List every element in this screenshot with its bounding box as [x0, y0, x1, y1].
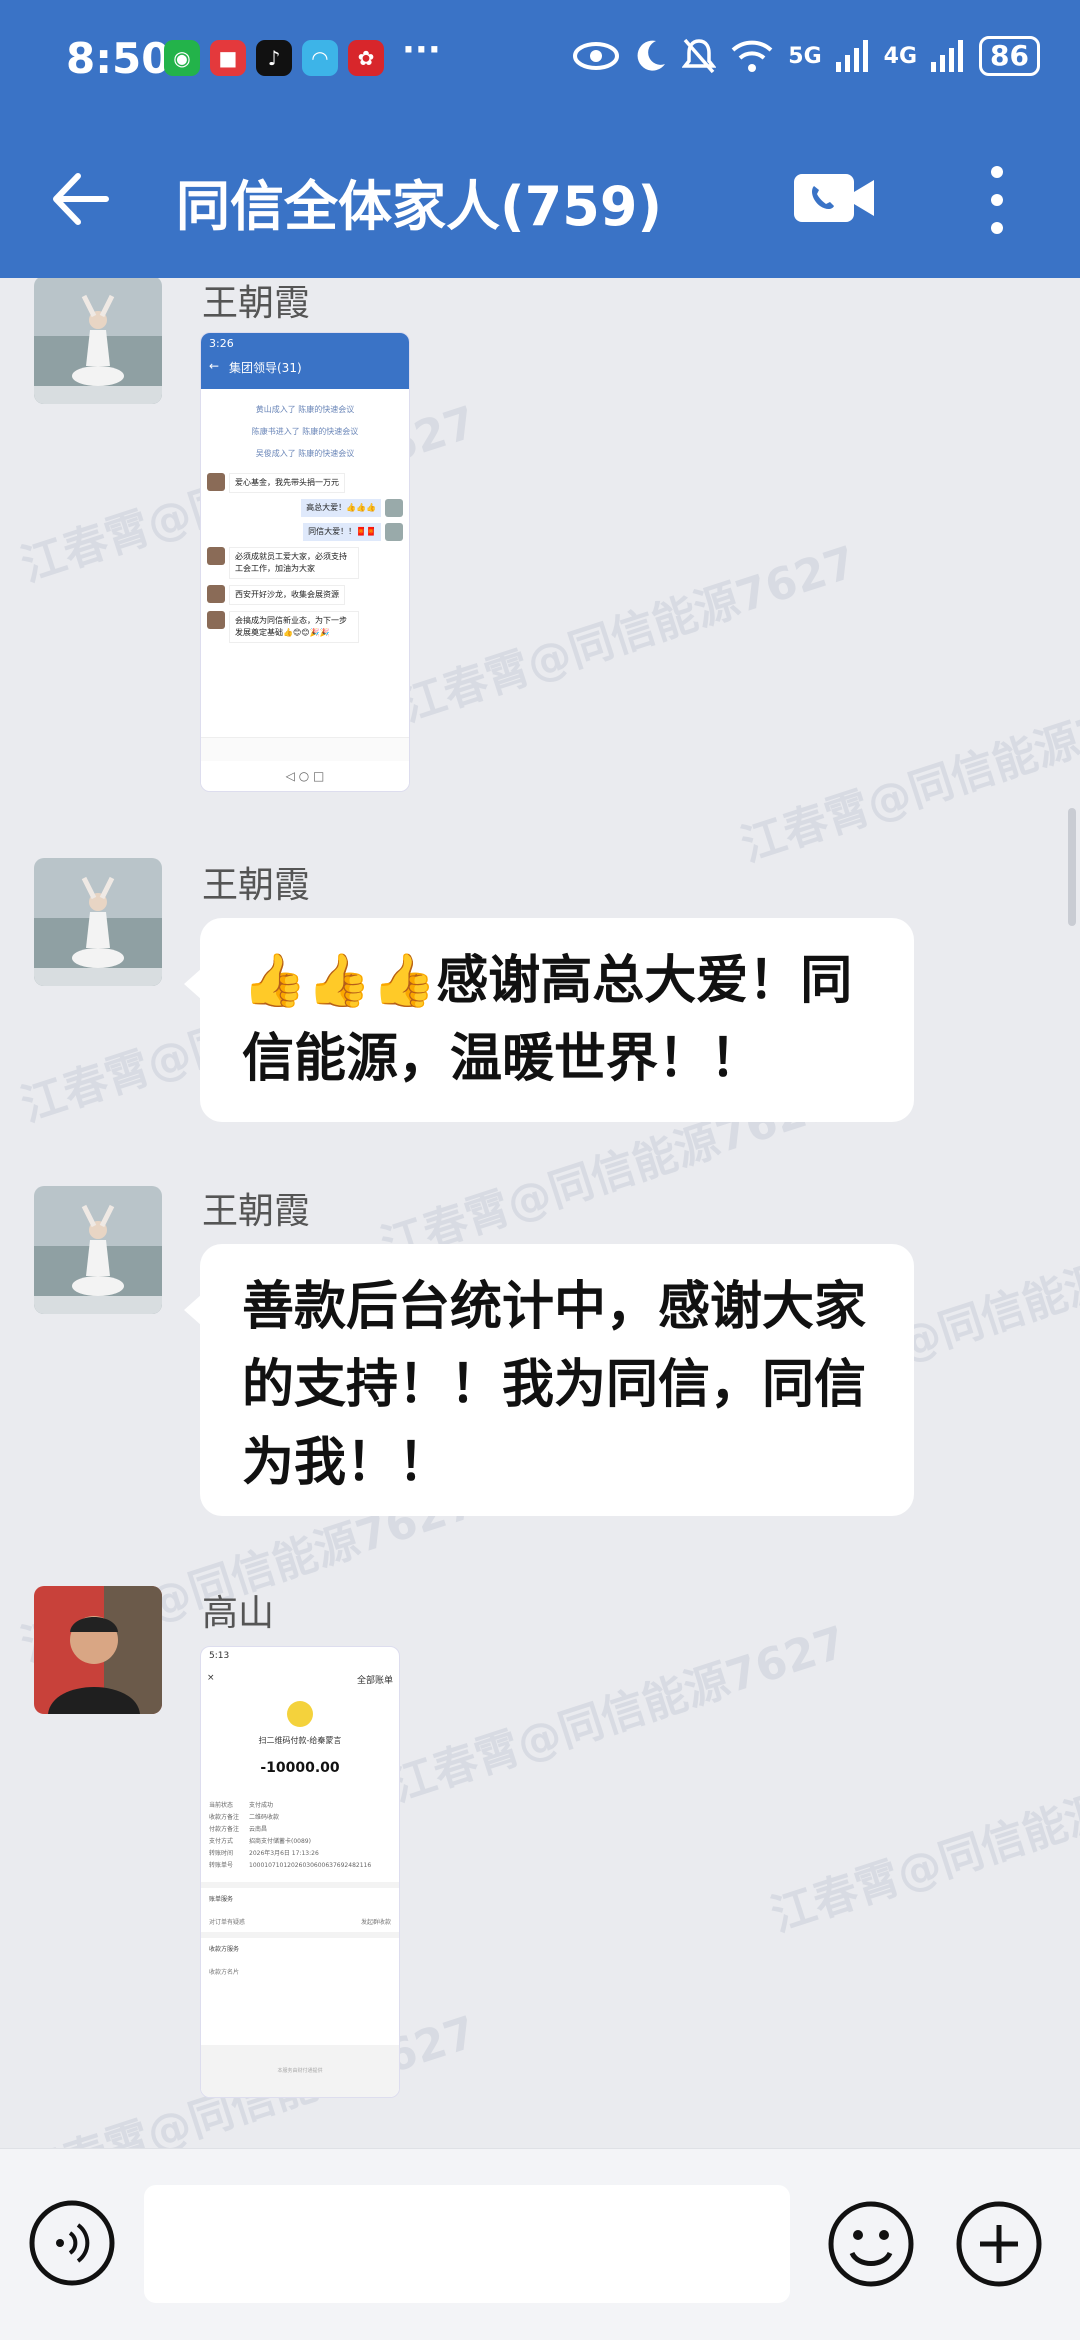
- watermark: 江春霄@同信能源7627: [385, 1616, 853, 1812]
- mini-status-time: 5:13: [209, 1651, 230, 1661]
- avatar-yoga-photo: [34, 858, 162, 986]
- avatar[interactable]: [34, 1186, 162, 1314]
- scrollbar[interactable]: [1068, 808, 1076, 926]
- avatar[interactable]: [34, 1586, 162, 1714]
- sender-name: 王朝霞: [202, 1191, 311, 1232]
- row-value: 支付成功: [249, 1802, 274, 1809]
- mini-message: 必须成就员工爱大家，必须支持工会工作，加油为大家: [229, 547, 359, 579]
- mini-system-message: 吴俊成入了 陈康的快速会议: [255, 449, 355, 458]
- network-4g: 4G: [883, 43, 918, 69]
- watermark: 江春霄@同信能源7627: [735, 676, 1080, 872]
- mini-input-bar: [201, 737, 409, 761]
- mini-all-bills: 全部账单: [356, 1676, 393, 1686]
- mini-section-title: 账单服务: [209, 1896, 234, 1903]
- row-label: 转账单号: [209, 1862, 234, 1869]
- sender-name: 王朝霞: [202, 283, 311, 324]
- row-value: 招商支付储蓄卡(0089): [249, 1838, 311, 1845]
- mini-message: 同信大爱！！🧧🧧: [303, 523, 381, 541]
- mini-title: 集团领导(31): [229, 361, 302, 375]
- mini-amount: -10000.00: [260, 1760, 340, 1776]
- row-label: 转账时间: [209, 1850, 234, 1857]
- more-options-icon[interactable]: [982, 162, 1012, 238]
- image-message-screenshot[interactable]: 3:26 ← 集团领导(31) 黄山成入了 陈康的快速会议 陈康书进入了 陈康的…: [200, 332, 410, 792]
- merchant-icon: [287, 1701, 313, 1727]
- add-attachment-icon[interactable]: [954, 2199, 1044, 2289]
- message-input-field[interactable]: [144, 2185, 790, 2303]
- mini-avatar: [207, 611, 225, 629]
- chat-header: 同信全体家人(759): [0, 150, 1080, 250]
- row-value: 云南昌: [249, 1826, 268, 1833]
- avatar[interactable]: [34, 278, 162, 404]
- watermark: 江春霄@同信能源7627: [395, 536, 863, 732]
- text-message[interactable]: 善款后台统计中，感谢大家的支持！！我为同信，同信为我！！: [184, 1244, 914, 1516]
- mini-message: 西安开好沙龙，收集会展资源: [229, 585, 345, 605]
- network-5g: 5G: [788, 43, 822, 69]
- status-right: 5G 4G 86: [572, 36, 1040, 76]
- signal-icon-2: [931, 40, 964, 72]
- tiktok-icon: ♪: [256, 40, 292, 76]
- chat-title: 同信全体家人(759): [176, 175, 663, 238]
- back-arrow-icon[interactable]: [44, 164, 114, 234]
- message-input-bar: [0, 2148, 1080, 2340]
- moon-icon: [637, 40, 666, 71]
- mini-back-icon: ←: [209, 359, 220, 373]
- avatar[interactable]: [34, 858, 162, 986]
- mini-service-link: 收款方名片: [209, 1969, 240, 1976]
- row-value: 2026年3月6日 17:13:26: [249, 1850, 319, 1857]
- mini-nav-bar: ◁ ○ □: [201, 761, 409, 791]
- wifi-icon: [731, 40, 773, 72]
- mini-message: 爱心基金，我先带头捐一万元: [229, 473, 345, 493]
- avatar-man-photo: [34, 1586, 162, 1714]
- sender-name: 王朝霞: [202, 865, 311, 906]
- mini-close-icon: ×: [207, 1673, 215, 1683]
- mini-system-message: 陈康书进入了 陈康的快速会议: [251, 427, 359, 436]
- image-message-receipt[interactable]: 5:13 × 全部账单 扫二维码付款-给秦蒙言 -10000.00 当前状态支付…: [200, 1646, 400, 2098]
- eye-icon: [573, 42, 620, 70]
- red-app-icon: ■: [210, 40, 246, 76]
- text-message[interactable]: 👍👍👍感谢高总大爱！同信能源，温暖世界！！: [184, 918, 914, 1122]
- row-value: 二维码收款: [249, 1814, 280, 1821]
- signal-icon: [835, 40, 868, 72]
- lottery-icon: ✿: [348, 40, 384, 76]
- mini-message: 会搞成为同信新业态，为下一步发展奠定基础👍😊😊🎉🎉: [229, 611, 359, 643]
- watermark: 江春霄@同信能源7627: [765, 1746, 1080, 1942]
- voice-input-icon[interactable]: [28, 2199, 116, 2287]
- row-label: 付款方备注: [209, 1826, 240, 1833]
- mini-section-title: 收款方服务: [209, 1946, 240, 1953]
- top-app-bar: 8:50 ◉ ■ ♪ ◠ ✿ ··· 5G 4G 86 同信全体家人(759): [0, 0, 1080, 278]
- mini-merchant: 扫二维码付款-给秦蒙言: [258, 1736, 342, 1745]
- row-label: 收款方备注: [209, 1814, 240, 1821]
- mini-message: 高总大爱！👍👍👍: [301, 499, 381, 517]
- mini-service-link: 发起群收款: [360, 1919, 391, 1926]
- status-time: 8:50: [66, 34, 171, 83]
- status-bar: 8:50 ◉ ■ ♪ ◠ ✿ ··· 5G 4G 86: [0, 0, 1080, 120]
- mini-avatar: [207, 473, 225, 491]
- chat-message-list[interactable]: 江春霄@同信能源7627 江春霄@同信能源7627 江春霄@同信能源7627 江…: [0, 278, 1080, 2148]
- mini-avatar: [385, 523, 403, 541]
- mini-avatar: [385, 499, 403, 517]
- sender-name: 高山: [202, 1593, 275, 1634]
- row-label: 支付方式: [209, 1838, 234, 1845]
- mini-footer: 本服务由财付通提供: [201, 2045, 399, 2097]
- more-notifications-icon: ···: [402, 30, 441, 70]
- avatar-yoga-photo: [34, 278, 162, 404]
- emoji-icon[interactable]: [826, 2199, 916, 2289]
- mini-avatar: [207, 585, 225, 603]
- mute-bell-icon: [682, 38, 717, 74]
- battery-indicator: 86: [979, 36, 1040, 76]
- mini-system-message: 黄山成入了 陈康的快速会议: [255, 405, 355, 414]
- mini-service-link: 对订单有疑惑: [209, 1919, 246, 1926]
- app-icon: ◠: [302, 40, 338, 76]
- row-value: 10001071012026030600637692482116: [249, 1862, 372, 1869]
- mini-avatar: [207, 547, 225, 565]
- avatar-yoga-photo: [34, 1186, 162, 1314]
- mini-status-time: 3:26: [209, 337, 234, 350]
- video-call-icon[interactable]: [792, 170, 876, 226]
- status-app-icons: ◉ ■ ♪ ◠ ✿: [164, 40, 384, 76]
- wechat-icon: ◉: [164, 40, 200, 76]
- row-label: 当前状态: [209, 1802, 234, 1809]
